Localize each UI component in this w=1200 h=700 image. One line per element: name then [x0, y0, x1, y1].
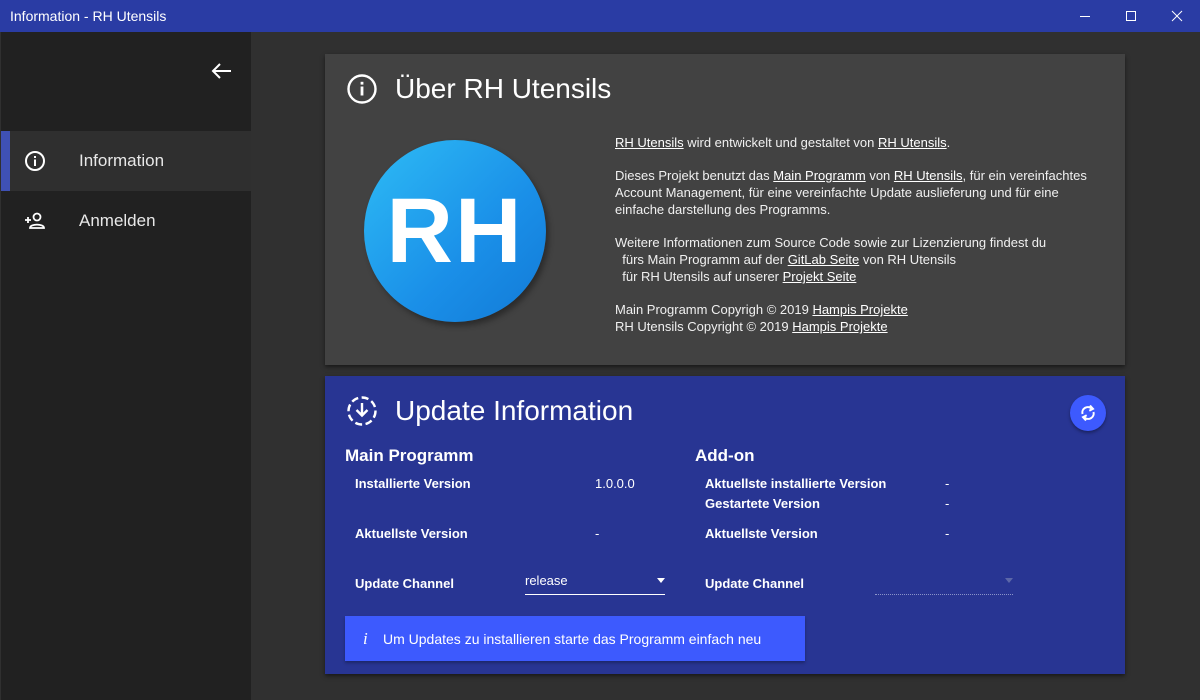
- about-paragraph-3: Weitere Informationen zum Source Code so…: [615, 235, 1047, 284]
- about-card-header: Über RH Utensils: [345, 72, 611, 106]
- title-bar: Information - RH Utensils: [0, 0, 1200, 32]
- rh-logo: RH: [364, 140, 546, 322]
- addon-installed-value: -: [945, 476, 950, 491]
- rh-utensils-link[interactable]: RH Utensils: [615, 135, 684, 150]
- chevron-down-icon: [1005, 578, 1013, 583]
- addon-installed-label: Aktuellste installierte Version: [705, 476, 887, 491]
- main-channel-select[interactable]: release: [525, 570, 665, 595]
- sidebar-item-information[interactable]: Information: [1, 131, 251, 191]
- download-circle-icon: [347, 396, 377, 426]
- about-paragraph-4: Main Programm Copyrigh © 2019 Hampis Pro…: [615, 302, 908, 334]
- chevron-down-icon: [657, 578, 665, 583]
- refresh-icon: [1081, 404, 1095, 422]
- about-card: Über RH Utensils RH RH Utensils wird ent…: [325, 54, 1125, 365]
- addon-channel-label: Update Channel: [705, 576, 804, 591]
- hampis-projekte-link[interactable]: Hampis Projekte: [792, 319, 887, 334]
- main-programm-title: Main Programm: [345, 446, 474, 465]
- addon-started-value: -: [945, 496, 950, 511]
- info-circle-icon: [25, 151, 45, 171]
- gitlab-link[interactable]: GitLab Seite: [788, 252, 860, 267]
- maximize-icon[interactable]: [1108, 0, 1154, 32]
- info-circle-icon: [347, 74, 377, 104]
- main-latest-label: Aktuellste Version: [355, 526, 468, 541]
- about-paragraph-2: Dieses Projekt benutzt das Main Programm…: [615, 168, 1087, 217]
- rh-utensils-link[interactable]: RH Utensils: [894, 168, 963, 183]
- update-title: Update Information: [395, 395, 634, 426]
- arrow-left-icon: [211, 63, 231, 79]
- sidebar-item-label: Anmelden: [79, 211, 156, 230]
- main-content: Über RH Utensils RH RH Utensils wird ent…: [251, 32, 1200, 700]
- main-latest-value: -: [595, 526, 600, 541]
- rh-utensils-link[interactable]: RH Utensils: [878, 135, 947, 150]
- sidebar: Information Anmelden: [1, 32, 251, 700]
- update-card: Update Information Main Programm Install…: [325, 376, 1125, 674]
- main-channel-value: release: [525, 573, 568, 588]
- update-info-banner: i Um Updates zu installieren starte das …: [345, 616, 805, 661]
- refresh-button[interactable]: [1070, 395, 1106, 431]
- addon-channel-select: [875, 570, 1013, 595]
- hampis-projekte-link[interactable]: Hampis Projekte: [812, 302, 907, 317]
- main-channel-label: Update Channel: [355, 576, 454, 591]
- about-paragraph-1: RH Utensils wird entwickelt und gestalte…: [615, 135, 951, 150]
- about-title: Über RH Utensils: [395, 73, 612, 104]
- addon-title: Add-on: [695, 446, 755, 465]
- close-icon[interactable]: [1154, 0, 1200, 32]
- update-info-text: Um Updates zu installieren starte das Pr…: [383, 630, 762, 647]
- window-title: Information - RH Utensils: [10, 8, 167, 24]
- logo-text: RH: [386, 179, 524, 282]
- minimize-icon[interactable]: [1062, 0, 1108, 32]
- sidebar-item-anmelden[interactable]: Anmelden: [1, 191, 251, 251]
- addon-latest-label: Aktuellste Version: [705, 526, 818, 541]
- about-text: RH Utensils wird entwickelt und gestalte…: [615, 134, 1105, 351]
- update-card-header: Update Information: [345, 394, 633, 428]
- window-controls: [1062, 0, 1200, 32]
- sidebar-item-label: Information: [79, 151, 165, 170]
- addon-started-label: Gestartete Version: [705, 496, 820, 511]
- projekt-seite-link[interactable]: Projekt Seite: [783, 269, 857, 284]
- info-icon: i: [363, 628, 368, 648]
- addon-latest-value: -: [945, 526, 950, 541]
- main-installed-label: Installierte Version: [355, 476, 471, 491]
- back-button[interactable]: [207, 59, 235, 83]
- main-programm-link[interactable]: Main Programm: [773, 168, 865, 183]
- main-installed-value: 1.0.0.0: [595, 476, 635, 491]
- person-add-icon: [25, 212, 45, 229]
